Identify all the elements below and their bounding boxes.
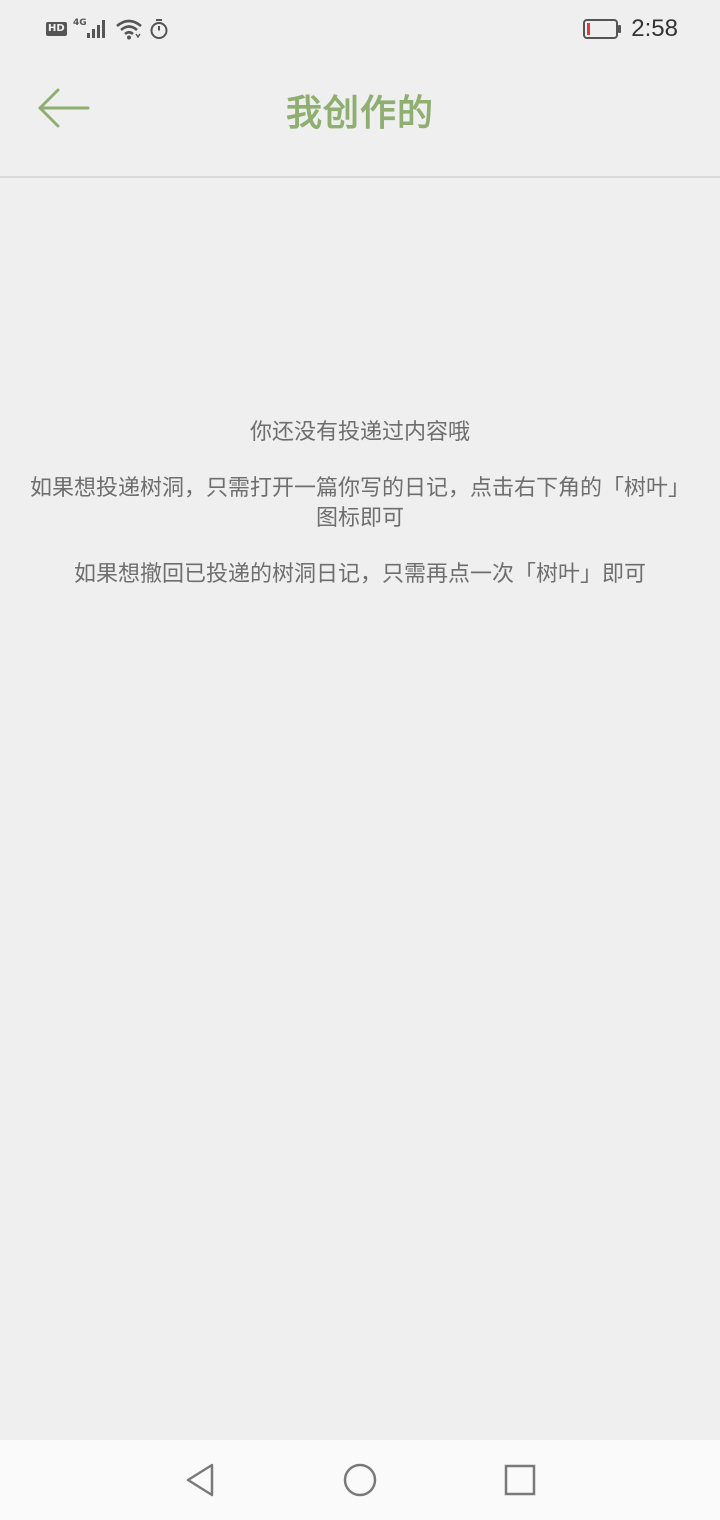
back-triangle-icon: [186, 1463, 214, 1497]
page-title: 我创作的: [285, 93, 434, 134]
network-type-label: 4G: [73, 18, 87, 28]
empty-state-line-1: 你还没有投递过内容哦: [249, 420, 470, 445]
empty-state-line-3: 如果想撤回已投递的树洞日记，只需再点一次「树叶」即可: [73, 562, 646, 587]
hd-icon: HD: [46, 22, 67, 36]
nav-home-button[interactable]: [340, 1460, 380, 1500]
app-header: 我创作的: [0, 58, 720, 178]
home-circle-icon: [343, 1463, 377, 1497]
battery-fill: [587, 23, 591, 35]
timer-icon: [150, 19, 168, 39]
nav-back-button[interactable]: [180, 1460, 220, 1500]
recents-square-icon: [504, 1464, 536, 1496]
nav-recents-button[interactable]: [500, 1460, 540, 1500]
system-nav-bar: [0, 1440, 720, 1520]
status-bar-left: HD 4G: [46, 14, 169, 44]
empty-state-line-2: 如果想投递树洞，只需打开一篇你写的日记，点击右下角的「树叶」图标即可: [30, 476, 691, 531]
empty-state-message: 你还没有投递过内容哦 如果想投递树洞，只需打开一篇你写的日记，点击右下角的「树叶…: [30, 418, 690, 616]
signal-icon: 4G: [73, 18, 105, 38]
battery-icon: [583, 19, 622, 39]
status-bar: HD 4G 2:58: [0, 0, 720, 58]
status-bar-right: 2:58: [583, 12, 678, 46]
status-time: 2:58: [631, 15, 678, 42]
wifi-icon: [115, 19, 142, 40]
